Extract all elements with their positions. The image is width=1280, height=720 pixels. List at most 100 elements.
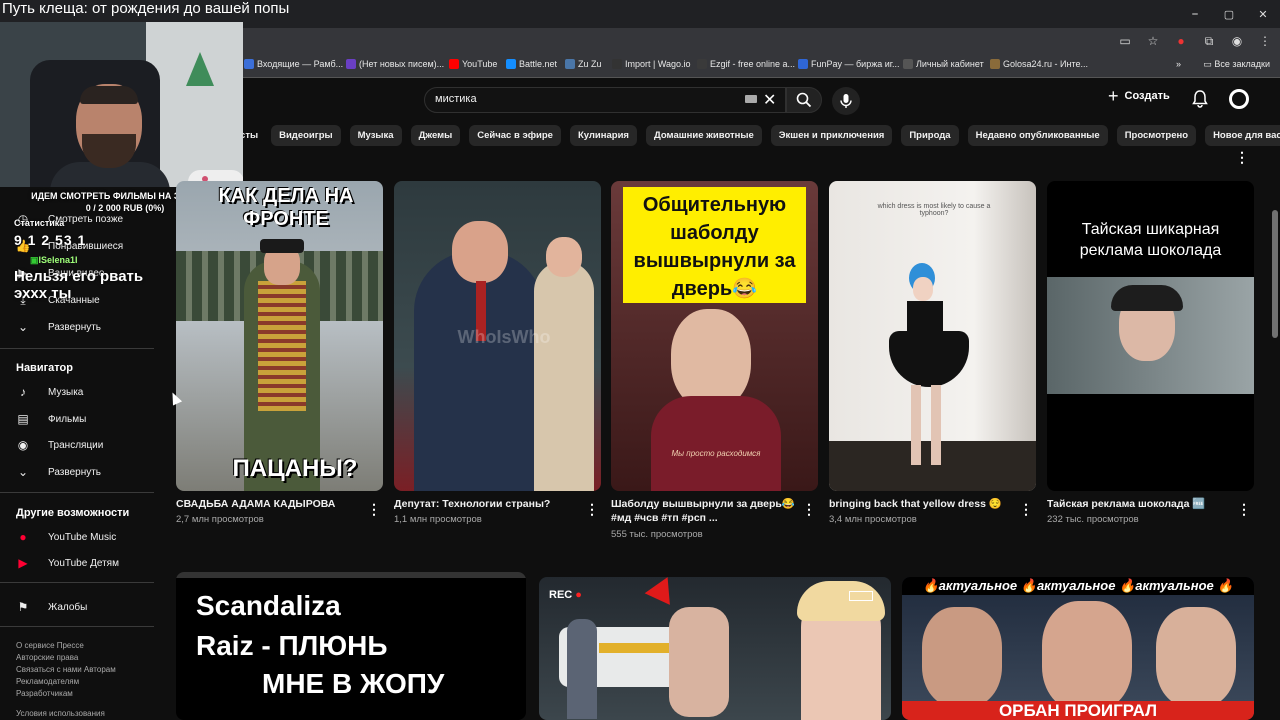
footer-link-row[interactable]: Условия использования	[16, 708, 116, 720]
bookmark-item[interactable]: (Нет новых писем)...	[346, 59, 444, 69]
subtitle-caption: Мы просто расходимся	[671, 449, 761, 458]
page-scrollbar[interactable]	[1272, 210, 1278, 338]
chip-cooking[interactable]: Кулинария	[569, 125, 637, 146]
video-thumbnail[interactable]: 🔥актуальное 🔥актуальное 🔥актуальное 🔥 ОР…	[902, 577, 1254, 720]
bookmark-item[interactable]: Личный кабинет	[903, 59, 984, 69]
hair	[1111, 285, 1183, 311]
more-options-icon[interactable]: ⋮	[1235, 150, 1249, 164]
video-title[interactable]: СВАДЬБА АДАМА КАДЫРОВА	[176, 497, 356, 511]
footer-link-row[interactable]: Рекламодателям	[16, 676, 116, 688]
sidebar-item-youtube-kids[interactable]: ▶ YouTube Детям	[16, 556, 119, 570]
account-avatar[interactable]	[1229, 89, 1249, 109]
notifications-button[interactable]	[1192, 90, 1208, 113]
sidebar-item-music[interactable]: ♪ Музыка	[16, 385, 83, 399]
video-menu-icon[interactable]: ⋮	[1019, 502, 1033, 516]
chip-live[interactable]: Сейчас в эфире	[469, 125, 561, 146]
video-title[interactable]: bringing back that yellow dress 😌	[829, 497, 1014, 511]
minimize-button[interactable]: ⎯	[1178, 0, 1212, 28]
navigator-heading: Навигатор	[16, 362, 73, 374]
profile-icon[interactable]: ◉	[1228, 32, 1246, 50]
video-title[interactable]: Тайская реклама шоколада 🆓	[1047, 497, 1232, 511]
video-menu-icon[interactable]: ⋮	[585, 502, 599, 516]
bookmarks-overflow-icon[interactable]: »	[1176, 59, 1181, 69]
bookmark-item[interactable]: YouTube	[449, 59, 497, 69]
chip-music[interactable]: Музыка	[349, 125, 402, 146]
medals	[258, 281, 306, 411]
video-menu-icon[interactable]: ⋮	[1237, 502, 1251, 516]
bookmark-item[interactable]: Import | Wago.io	[612, 59, 691, 69]
film-icon: ▤	[17, 412, 29, 426]
video-thumbnail[interactable]: Scandaliza Raiz - ПЛЮНЬ МНЕ В ЖОПУ	[176, 572, 526, 720]
video-thumbnail[interactable]: Тайская шикарная реклама шоколада	[1047, 181, 1254, 491]
bookmark-item[interactable]: FunPay — биржа иг...	[798, 59, 899, 69]
leg	[911, 385, 921, 465]
maximize-button[interactable]: ▢	[1212, 0, 1246, 28]
sidebar-item-films[interactable]: ▤ Фильмы	[16, 412, 86, 426]
footer-link-row[interactable]: Связаться с нами Авторам	[16, 664, 116, 676]
keyboard-icon[interactable]	[745, 95, 757, 103]
chat-username-text: ISelena1I	[38, 255, 78, 265]
voice-search-button[interactable]	[832, 87, 860, 115]
live-icon: ◉	[17, 438, 29, 452]
chip-nature[interactable]: Природа	[901, 125, 959, 146]
webcam-hair	[80, 86, 138, 104]
bookmark-item[interactable]: Входящие — Рамб...	[244, 59, 343, 69]
footer-link-row[interactable]: О сервисе Прессе	[16, 640, 116, 652]
video-views: 3,4 млн просмотров	[829, 514, 917, 525]
chip-watched[interactable]: Просмотрено	[1116, 125, 1197, 146]
create-label: Создать	[1124, 90, 1170, 102]
chip-action[interactable]: Экшен и приключения	[770, 125, 893, 146]
video-title[interactable]: Шаболду вышвырнули за дверь😂 #мд #чсв #т…	[611, 497, 796, 525]
video-title[interactable]: Депутат: Технологии страны?	[394, 497, 574, 511]
ezgif-favicon	[697, 59, 707, 69]
sidebar-expand-button-2[interactable]: ⌄ Развернуть	[16, 465, 101, 479]
clear-search-icon[interactable]: ✕	[763, 90, 776, 110]
chip-recent[interactable]: Недавно опубликованные	[967, 125, 1108, 146]
video-thumbnail[interactable]: REC ●	[539, 577, 891, 720]
all-bookmarks-button[interactable]: ▭ Все закладки	[1203, 59, 1270, 70]
video-thumbnail[interactable]: which dress is most likely to cause a ty…	[829, 181, 1036, 491]
footer-link-row[interactable]: Разработчикам	[16, 688, 116, 700]
video-menu-icon[interactable]: ⋮	[802, 502, 816, 516]
flag-icon: ⚑	[17, 600, 29, 614]
funpay-favicon	[798, 59, 808, 69]
search-button[interactable]	[786, 87, 822, 113]
bookmark-favicon	[244, 59, 254, 69]
sidebar-item-youtube-music[interactable]: ● YouTube Music	[16, 530, 116, 544]
youtube-kids-icon: ▶	[18, 556, 28, 570]
bookmark-item[interactable]: Zu Zu	[565, 59, 602, 69]
extension-red-icon[interactable]: ●	[1172, 32, 1190, 50]
chip-videogames[interactable]: Видеоигры	[271, 125, 341, 146]
extensions-puzzle-icon[interactable]: ⧉	[1200, 32, 1218, 50]
bookmark-label: Личный кабинет	[916, 59, 984, 69]
sidebar-item-live[interactable]: ◉ Трансляции	[16, 438, 104, 452]
chip-pets[interactable]: Домашние животные	[645, 125, 762, 146]
sidebar-item-label: YouTube Детям	[48, 557, 119, 569]
sidebar-item-label: YouTube Music	[48, 531, 117, 543]
sidebar-item-report[interactable]: ⚑ Жалобы	[16, 600, 88, 614]
video-thumbnail[interactable]: WhoIsWho	[394, 181, 601, 491]
chip-new[interactable]: Новое для вас	[1205, 125, 1280, 146]
chip-jams[interactable]: Джемы	[410, 125, 461, 146]
cast-icon[interactable]: ▭	[1116, 32, 1134, 50]
sidebar-expand-button[interactable]: ⌄ Развернуть	[16, 320, 101, 334]
browser-menu-icon[interactable]: ⋮	[1256, 32, 1274, 50]
sidebar-item-label: Музыка	[48, 386, 84, 398]
search-input[interactable]: мистика ✕	[424, 87, 786, 113]
streamer-webcam	[0, 22, 243, 187]
video-views: 555 тыс. просмотров	[611, 529, 703, 540]
video-thumbnail[interactable]: Общительную шаболду вышвырнули за дверь😂…	[611, 181, 818, 491]
close-window-button[interactable]: ✕	[1246, 0, 1280, 28]
video-thumbnail[interactable]: КАК ДЕЛА НА ФРОНТЕ ПАЦАНЫ?	[176, 181, 383, 491]
battery-icon	[849, 591, 873, 601]
bookmark-item[interactable]: Ezgif - free online a...	[697, 59, 795, 69]
thumbnail-caption: Общительную шаболду вышвырнули за дверь😂	[633, 194, 796, 300]
bookmark-item[interactable]: Battle.net	[506, 59, 557, 69]
video-menu-icon[interactable]: ⋮	[367, 502, 381, 516]
bookmark-item[interactable]: Golosa24.ru - Инте...	[990, 59, 1088, 69]
footer-link-row[interactable]: Авторские права	[16, 652, 116, 664]
search-query-text[interactable]: мистика	[435, 93, 477, 105]
reporter-figure	[534, 261, 594, 491]
create-button[interactable]: + Создать	[1108, 87, 1170, 105]
bookmark-star-icon[interactable]: ☆	[1144, 32, 1162, 50]
